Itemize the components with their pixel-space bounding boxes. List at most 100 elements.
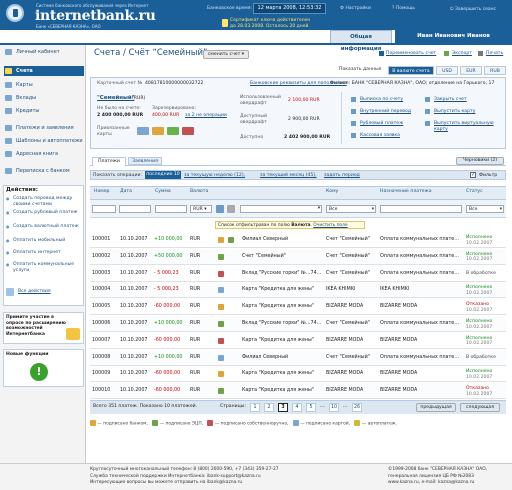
cell-number[interactable]: 100007 [92, 333, 110, 349]
ops-last-10-button[interactable]: последние 10 [145, 171, 181, 179]
filter-currency-select[interactable]: RUR ▾ [190, 205, 212, 213]
tab-user[interactable]: Иван Иванович Иванов [395, 30, 512, 43]
bank-logo-icon[interactable] [6, 4, 24, 22]
ops-period-link[interactable]: задать период [324, 173, 360, 178]
help-link[interactable]: ? Помощь [392, 6, 415, 11]
col-status[interactable]: Статус [466, 189, 483, 194]
table-row[interactable]: 100005 10.10.2007 -60 000,00 RUR Карта "Кред… [90, 299, 506, 316]
filter-number-input[interactable] [92, 205, 116, 213]
filter-from-select[interactable]: ▾ [240, 205, 322, 213]
link-cash-request[interactable]: Кассовая заявка [360, 133, 400, 138]
all-actions-link[interactable]: Все действия [18, 289, 51, 294]
clear-filter-icon[interactable] [227, 205, 235, 213]
page-button[interactable]: 5 [306, 403, 316, 412]
page-button[interactable]: 10 [329, 403, 339, 412]
filter-checkbox[interactable]: ✓ [470, 172, 476, 178]
sidebar-item-addressbook[interactable]: Адресная книга [4, 149, 84, 159]
account-name[interactable]: "Семейный" [97, 95, 134, 101]
ops-week-link[interactable]: за текущую неделю (12), [184, 173, 245, 178]
table-row[interactable]: 100006 10.10.2007 +10 000,00 RUR Вклад "Русс… [90, 316, 506, 332]
page-button[interactable]: 26 [352, 403, 362, 412]
table-row[interactable]: 100007 10.10.2007 -60 000,00 RUR Карта "Кред… [90, 333, 506, 349]
clear-filter-link[interactable]: Очистить поле [313, 223, 347, 228]
logout-link[interactable]: ⏻ Завершить сеанс [450, 6, 496, 12]
sidebar-item-credits[interactable]: Кредиты [4, 106, 84, 116]
settings-link[interactable]: ⚙ Настройки [340, 6, 371, 11]
col-number[interactable]: Номер [94, 189, 109, 194]
card-icon[interactable] [182, 127, 194, 135]
col-to[interactable]: Кому [326, 189, 338, 194]
table-row[interactable]: 100008 10.10.2007 +10 000,00 RUR Филиал Севе… [90, 349, 506, 366]
sidebar-item-messages[interactable]: Переписка с банком [4, 166, 84, 176]
card-icon[interactable] [152, 127, 164, 135]
print-link[interactable]: Печать [486, 51, 503, 56]
action-ruble-payment[interactable]: Создать рублевый платеж [6, 210, 82, 216]
tab-payments[interactable]: Платежи [92, 157, 126, 166]
tab-requests[interactable]: Заявления [128, 157, 162, 165]
cell-number[interactable]: 100006 [92, 316, 110, 332]
apply-filter-icon[interactable] [216, 205, 224, 213]
action-pay-internet[interactable]: Оплатить интернет [6, 250, 82, 256]
export-link[interactable]: Экспорт [452, 51, 472, 56]
website-line[interactable]: www.kazna.ru, e-mail: kazna@kazna.ru [388, 480, 487, 487]
change-account-button[interactable]: сменить счет ▾ [203, 50, 249, 59]
cell-number[interactable]: 100008 [92, 350, 110, 366]
page-button[interactable]: 4 [292, 403, 302, 412]
sidebar-item-accounts[interactable]: Счета [4, 66, 84, 76]
tab-usd[interactable]: USD [436, 66, 458, 75]
sidebar-item-deposits[interactable]: Вклады [4, 93, 84, 103]
col-date[interactable]: Дата [120, 189, 132, 194]
tab-rub[interactable]: RUB [484, 66, 506, 75]
action-pay-utilities[interactable]: Оплатить коммунальные услуги [6, 262, 82, 273]
reserved-operations-link[interactable]: за 2 не операции [185, 113, 227, 118]
link-internal-transfer[interactable]: Внутренний перевод [360, 109, 411, 114]
sidebar-item-cabinet[interactable]: Личный кабинет [4, 47, 84, 57]
sidebar-item-cards[interactable]: Карты [4, 80, 84, 90]
sidebar-item-templates[interactable]: Шаблоны и автоплатежи [4, 136, 84, 146]
tab-eur[interactable]: EUR [460, 66, 482, 75]
logo-text[interactable]: internetbank.ru [35, 8, 156, 24]
sidebar-item-payments[interactable]: Платежи и заявления [4, 123, 84, 133]
table-row[interactable]: 100009 10.10.2007 -60 000,00 RUR Карта "Кред… [90, 366, 506, 383]
footer-questions[interactable]: Интересующие вопросы вы можете отправить… [90, 480, 279, 487]
card-icon[interactable] [167, 127, 179, 135]
filter-sum-input[interactable] [155, 205, 187, 213]
cell-number[interactable]: 100010 [92, 383, 110, 399]
table-row[interactable]: 100004 10.10.2007 - 5 000,23 RUR Карта "Кред… [90, 282, 506, 299]
action-internal-transfer[interactable]: Создать перевод между своими счетами [6, 196, 82, 207]
cell-number[interactable]: 100009 [92, 366, 110, 382]
cell-number[interactable]: 100003 [92, 266, 110, 282]
cell-number[interactable]: 100005 [92, 299, 110, 315]
link-issue-virtual-card[interactable]: Выпустить виртуальную карту [434, 121, 504, 133]
link-statement[interactable]: Выписка по счету [360, 97, 403, 102]
table-row[interactable]: 100003 10.10.2007 - 5 000,23 RUR Вклад "Русс… [90, 266, 506, 282]
filter-status-select[interactable]: Все ▾ [466, 205, 504, 213]
drafts-button[interactable]: Черновики (2) [456, 157, 504, 165]
action-pay-mobile[interactable]: Оплатить мобильный [6, 238, 82, 244]
page-button[interactable]: 1 [250, 403, 260, 412]
link-ruble-payment[interactable]: Рублевый платеж [360, 121, 403, 126]
col-currency[interactable]: Валюта [190, 189, 208, 194]
next-page-button[interactable]: следующая [460, 403, 500, 412]
tab-account-currency[interactable]: В валюте счета [388, 66, 434, 75]
filter-to-select[interactable]: Все ▾ [326, 205, 376, 213]
page-button[interactable]: 3 [278, 403, 288, 412]
rename-account-link[interactable]: Переименовать счет [386, 51, 436, 56]
table-row[interactable]: 100001 10.10.2007 +10 000,00 RUR Филиал Севе… [90, 232, 506, 248]
col-purpose[interactable]: Назначение платежа [380, 189, 432, 194]
cell-number[interactable]: 100002 [92, 249, 110, 265]
tab-general-info[interactable]: Общая информация [330, 30, 392, 52]
cell-number[interactable]: 100001 [92, 232, 110, 248]
prev-page-button[interactable]: предыдущая [416, 403, 456, 412]
col-sum[interactable]: Сумма [155, 189, 171, 194]
link-close-account[interactable]: Закрыть счет [434, 97, 467, 102]
table-row[interactable]: 100002 10.10.2007 +50 000,00 RUR Счет "Семей… [90, 248, 506, 265]
action-currency-payment[interactable]: Создать валютный платеж [6, 224, 82, 230]
link-issue-card[interactable]: Выпустить карту [434, 109, 475, 114]
page-button[interactable]: 2 [264, 403, 274, 412]
card-icon[interactable] [137, 127, 149, 135]
filter-purpose-input[interactable] [380, 205, 462, 213]
filter-date-input[interactable] [119, 205, 151, 213]
table-row[interactable]: 100010 10.10.2007 -60 000,00 RUR Карта "Кред… [90, 383, 506, 400]
cell-number[interactable]: 100004 [92, 282, 110, 298]
